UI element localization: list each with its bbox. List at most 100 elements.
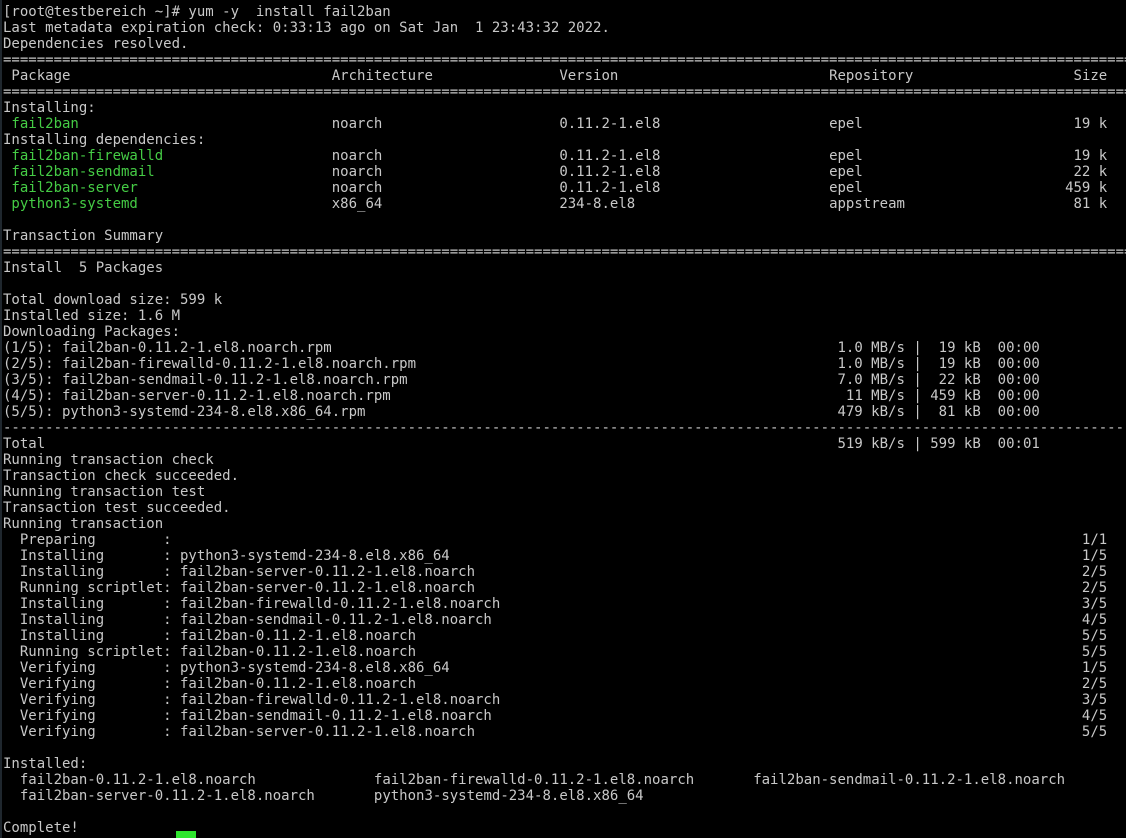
terminal-text: 479 kB/s xyxy=(837,404,904,420)
terminal-line: Last metadata expiration check: 0:33:13 … xyxy=(3,20,1126,36)
terminal-text: epel xyxy=(829,148,863,164)
terminal-text: 519 kB/s xyxy=(837,436,904,452)
terminal-line: fail2ban-server-0.11.2-1.el8.noarch pyth… xyxy=(3,788,1126,804)
terminal-text: ========================================… xyxy=(3,84,1126,100)
terminal-text: Verifying : fail2ban-sendmail-0.11.2-1.e… xyxy=(3,708,492,724)
terminal-line xyxy=(3,276,1126,292)
terminal-text: 459 k xyxy=(1065,180,1107,196)
terminal-text: python3-systemd-234-8.el8.x86_64 xyxy=(374,788,644,804)
terminal-line: fail2ban-server noarch 0.11.2-1.el8 epel… xyxy=(3,180,1126,196)
terminal-text: Running transaction test xyxy=(3,484,205,500)
terminal-line: Installing : fail2ban-0.11.2-1.el8.noarc… xyxy=(3,628,1126,644)
package-name-text: fail2ban-sendmail xyxy=(3,164,155,180)
terminal-text: Total download size: 599 k xyxy=(3,292,222,308)
terminal-text: [root@testbereich ~]# yum -y install fai… xyxy=(3,4,391,20)
terminal-line: Running transaction xyxy=(3,516,1126,532)
terminal-line: Running transaction test xyxy=(3,484,1126,500)
terminal-line: Total download size: 599 k xyxy=(3,292,1126,308)
terminal-text: 2/5 xyxy=(1082,676,1107,692)
terminal-line: Transaction check succeeded. xyxy=(3,468,1126,484)
terminal-text: ========================================… xyxy=(3,52,1126,68)
terminal-text: 1.0 MB/s xyxy=(837,356,904,372)
terminal-text: | xyxy=(913,436,921,452)
terminal-text: Size xyxy=(1074,68,1108,84)
terminal-line: fail2ban-0.11.2-1.el8.noarch fail2ban-fi… xyxy=(3,772,1126,788)
terminal-text: Installed size: 1.6 M xyxy=(3,308,180,324)
terminal-text: (4/5): fail2ban-server-0.11.2-1.el8.noar… xyxy=(3,388,391,404)
terminal-text: 22 kB xyxy=(939,372,981,388)
terminal-text: Downloading Packages: xyxy=(3,324,180,340)
terminal-line: Installing: xyxy=(3,100,1126,116)
terminal-text: 599 kB xyxy=(930,436,981,452)
terminal-text: Verifying : python3-systemd-234-8.el8.x8… xyxy=(3,660,450,676)
terminal-text: 19 kB xyxy=(939,340,981,356)
terminal-text: appstream xyxy=(829,196,905,212)
terminal-text: Running transaction check xyxy=(3,452,214,468)
terminal-line xyxy=(3,212,1126,228)
terminal-line: Installed: xyxy=(3,756,1126,772)
terminal-text: 1/1 xyxy=(1082,532,1107,548)
terminal-line: (3/5): fail2ban-sendmail-0.11.2-1.el8.no… xyxy=(3,372,1126,388)
terminal-line: Verifying : python3-systemd-234-8.el8.x8… xyxy=(3,660,1126,676)
terminal-text: 0.11.2-1.el8 xyxy=(559,164,660,180)
terminal-text: epel xyxy=(829,164,863,180)
terminal-text: fail2ban-sendmail-0.11.2-1.el8.noarch xyxy=(753,772,1065,788)
terminal-text: 4/5 xyxy=(1082,612,1107,628)
terminal-text: (2/5): fail2ban-firewalld-0.11.2-1.el8.n… xyxy=(3,356,416,372)
terminal-text: Total xyxy=(3,436,45,452)
terminal-cursor xyxy=(176,831,196,838)
terminal-line: Install 5 Packages xyxy=(3,260,1126,276)
terminal-line: Package Architecture Version Repository … xyxy=(3,68,1126,84)
terminal-line: Transaction test succeeded. xyxy=(3,500,1126,516)
terminal-line: (1/5): fail2ban-0.11.2-1.el8.noarch.rpm … xyxy=(3,340,1126,356)
terminal-text: 234-8.el8 xyxy=(559,196,635,212)
terminal-line: Verifying : fail2ban-server-0.11.2-1.el8… xyxy=(3,724,1126,740)
terminal-line xyxy=(3,804,1126,820)
terminal-text: Repository xyxy=(829,68,913,84)
package-name-text: fail2ban-server xyxy=(3,180,138,196)
terminal-edge-line xyxy=(0,0,2,838)
terminal-line: Verifying : fail2ban-0.11.2-1.el8.noarch… xyxy=(3,676,1126,692)
terminal-text: 2/5 xyxy=(1082,564,1107,580)
terminal-text: 5/5 xyxy=(1082,644,1107,660)
package-name-text: fail2ban xyxy=(3,116,79,132)
terminal-line: fail2ban noarch 0.11.2-1.el8 epel 19 k xyxy=(3,116,1126,132)
terminal-text: Installing : fail2ban-sendmail-0.11.2-1.… xyxy=(3,612,492,628)
terminal-line: Dependencies resolved. xyxy=(3,36,1126,52)
terminal-line: Installing dependencies: xyxy=(3,132,1126,148)
terminal-line: fail2ban-sendmail noarch 0.11.2-1.el8 ep… xyxy=(3,164,1126,180)
terminal-line: ========================================… xyxy=(3,84,1126,100)
terminal-text: Installed: xyxy=(3,756,87,772)
terminal-text: 00:00 xyxy=(998,340,1040,356)
terminal-text: Architecture xyxy=(332,68,433,84)
terminal-text: Running scriptlet: fail2ban-0.11.2-1.el8… xyxy=(3,644,416,660)
terminal-line: Installing : fail2ban-server-0.11.2-1.el… xyxy=(3,564,1126,580)
terminal-text: Installing : fail2ban-server-0.11.2-1.el… xyxy=(3,564,475,580)
terminal-line: Installing : fail2ban-sendmail-0.11.2-1.… xyxy=(3,612,1126,628)
terminal-text: Verifying : fail2ban-firewalld-0.11.2-1.… xyxy=(3,692,500,708)
terminal-text: Installing: xyxy=(3,100,96,116)
terminal-text: Installing : python3-systemd-234-8.el8.x… xyxy=(3,548,450,564)
package-name-text: fail2ban-firewalld xyxy=(3,148,163,164)
terminal-line: ========================================… xyxy=(3,244,1126,260)
terminal-text: fail2ban-0.11.2-1.el8.noarch xyxy=(3,772,256,788)
terminal-text: 2/5 xyxy=(1082,580,1107,596)
terminal-screen[interactable]: [root@testbereich ~]# yum -y install fai… xyxy=(0,0,1126,838)
terminal-text: epel xyxy=(829,180,863,196)
terminal-line: Running scriptlet: fail2ban-server-0.11.… xyxy=(3,580,1126,596)
terminal-line: python3-systemd x86_64 234-8.el8 appstre… xyxy=(3,196,1126,212)
terminal-line: Transaction Summary xyxy=(3,228,1126,244)
terminal-text: | xyxy=(913,404,921,420)
terminal-text: Dependencies resolved. xyxy=(3,36,188,52)
terminal-text: 22 k xyxy=(1074,164,1108,180)
terminal-text: x86_64 xyxy=(332,196,383,212)
terminal-text: 00:00 xyxy=(998,356,1040,372)
terminal-text: Verifying : fail2ban-0.11.2-1.el8.noarch xyxy=(3,676,416,692)
terminal-text: Installing dependencies: xyxy=(3,132,205,148)
terminal-text: 11 MB/s xyxy=(846,388,905,404)
terminal-text: | xyxy=(913,388,921,404)
terminal-text: 7.0 MB/s xyxy=(837,372,904,388)
terminal-line: Preparing : 1/1 xyxy=(3,532,1126,548)
terminal-line: Installed size: 1.6 M xyxy=(3,308,1126,324)
terminal-line: Downloading Packages: xyxy=(3,324,1126,340)
